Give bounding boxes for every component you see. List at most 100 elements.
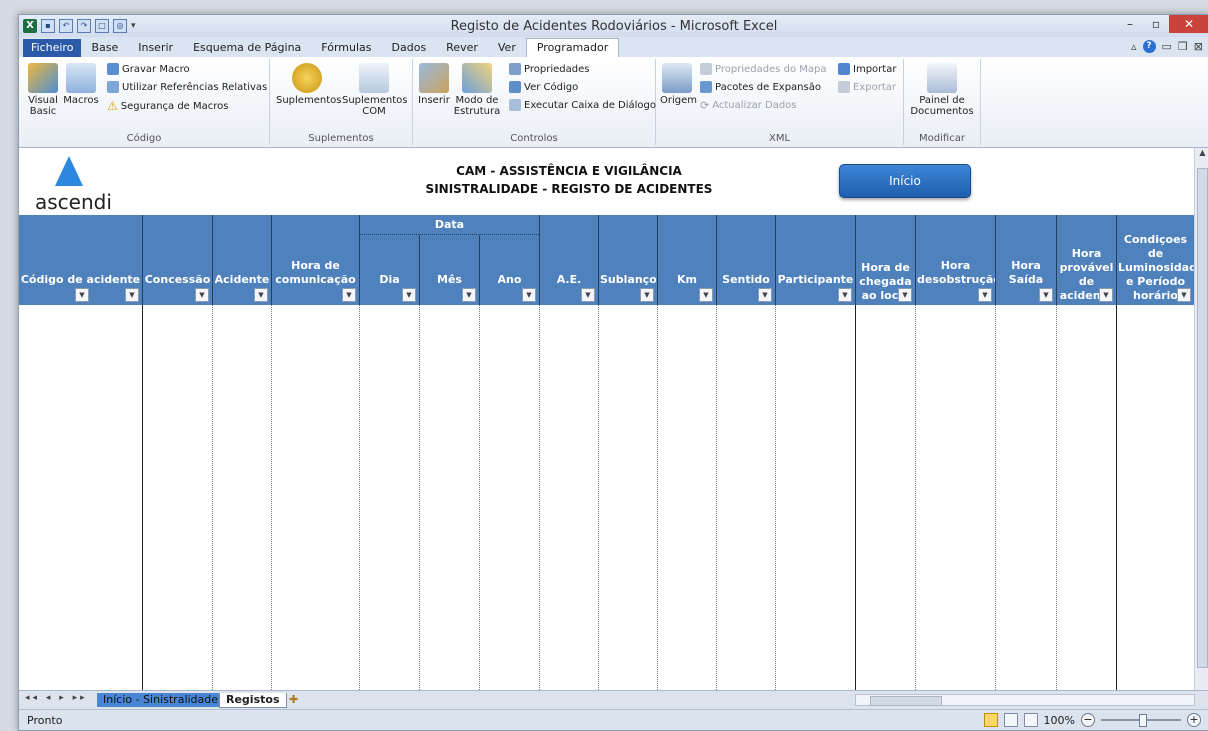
workbook-restore-icon[interactable]: ❐ [1178,40,1188,53]
tools-icon [419,63,449,93]
macros-button[interactable]: Macros [63,63,99,106]
filter-dropdown-icon[interactable]: ▼ [195,288,209,302]
zoom-slider-knob[interactable] [1139,714,1147,727]
tab-ficheiro[interactable]: Ficheiro [23,39,82,57]
modo-estrutura-button[interactable]: Modo de Estrutura [453,63,501,117]
status-ready: Pronto [27,714,63,727]
filter-dropdown-icon[interactable]: ▼ [699,288,713,302]
ribbon-programador: Visual Basic Macros Gravar Macro Utiliza… [19,57,1208,148]
filter-dropdown-icon[interactable]: ▼ [1039,288,1053,302]
filter-dropdown-icon[interactable]: ▼ [978,288,992,302]
ribbon-right-controls: ▵ ? ▭ ❐ ⊠ [1131,40,1203,53]
suplementos-button[interactable]: Suplementos [276,63,341,106]
insert-sheet-icon[interactable]: ✚ [283,693,304,707]
exportar-button[interactable]: Exportar [838,81,896,93]
propriedades-mapa-button[interactable]: Propriedades do Mapa [700,63,827,75]
filter-dropdown-icon[interactable]: ▼ [462,288,476,302]
group-label-xml: XML [768,133,791,144]
ascendi-logo-icon [55,156,83,186]
tab-rever[interactable]: Rever [436,39,488,57]
group-modificar: Painel de Documentos Modificar [904,59,981,145]
column-divider [657,305,658,690]
window-title: Registo de Acidentes Rodoviários - Micro… [450,19,778,34]
horizontal-scroll-thumb[interactable] [870,696,942,706]
zoom-in-icon[interactable]: + [1187,713,1201,727]
importar-button[interactable]: Importar [838,63,896,75]
painel-documentos-button[interactable]: Painel de Documentos [910,63,974,117]
filter-dropdown-icon[interactable]: ▼ [75,288,89,302]
column-divider [212,305,213,690]
filter-dropdown-icon[interactable]: ▼ [1099,288,1113,302]
scroll-up-icon[interactable]: ▲ [1195,148,1208,157]
filter-dropdown-icon[interactable]: ▼ [898,288,912,302]
normal-view-icon[interactable] [983,713,998,727]
zoom-level[interactable]: 100% [1044,714,1075,727]
filter-dropdown-icon[interactable]: ▼ [522,288,536,302]
propriedades-button[interactable]: Propriedades [509,63,589,75]
gravar-macro-button[interactable]: Gravar Macro [107,63,190,75]
col-header-ano: Ano ▼ [479,235,539,305]
vertical-scroll-thumb[interactable] [1197,168,1208,668]
column-divider [855,305,856,690]
visual-basic-icon [28,63,58,93]
horizontal-scrollbar[interactable] [855,694,1195,706]
filter-dropdown-icon[interactable]: ▼ [125,288,139,302]
origem-button[interactable]: Origem [660,63,697,106]
sheet-title-line1: CAM - ASSISTÊNCIA E VIGILÂNCIA [456,164,682,178]
tab-esquema-pagina[interactable]: Esquema de Página [183,39,311,57]
page-break-view-icon[interactable] [1023,713,1038,727]
worksheet-area[interactable]: ascendi CAM - ASSISTÊNCIA E VIGILÂNCIA S… [19,148,1194,690]
design-mode-icon [462,63,492,93]
ver-codigo-button[interactable]: Ver Código [509,81,578,93]
workbook-close-icon[interactable]: ⊠ [1194,40,1203,53]
zoom-out-icon[interactable]: − [1081,713,1095,727]
sheet-tab-registos[interactable]: Registos [219,693,287,708]
macros-icon [66,63,96,93]
filter-dropdown-icon[interactable]: ▼ [838,288,852,302]
column-divider [271,305,272,690]
filter-dropdown-icon[interactable]: ▼ [758,288,772,302]
filter-dropdown-icon[interactable]: ▼ [1177,288,1191,302]
visual-basic-button[interactable]: Visual Basic [25,63,61,117]
maximize-button[interactable]: ▫ [1143,15,1169,33]
actualizar-dados-button[interactable]: ⟳ Actualizar Dados [700,99,797,112]
tab-ver[interactable]: Ver [488,39,526,57]
status-right: 100% − + [983,713,1201,727]
zoom-slider[interactable] [1101,714,1181,727]
tab-base[interactable]: Base [81,39,128,57]
pacotes-expansao-button[interactable]: Pacotes de Expansão [700,81,821,93]
sheet-nav-arrows-icon[interactable]: ◂◂ ◂ ▸ ▸▸ [25,693,88,703]
collapse-ribbon-icon[interactable]: ▵ [1131,40,1137,53]
tab-dados[interactable]: Dados [382,39,437,57]
tab-formulas[interactable]: Fórmulas [311,39,381,57]
filter-dropdown-icon[interactable]: ▼ [342,288,356,302]
title-bar: X ▪ ↶ ↷ □ ◎ ▾ Registo de Acidentes Rodov… [19,15,1208,37]
tab-inserir[interactable]: Inserir [128,39,183,57]
sheet-tab-inicio[interactable]: Início - Sinistralidade [97,693,225,707]
seguranca-macros-button[interactable]: ⚠ Segurança de Macros [107,99,229,113]
group-controlos: Inserir Modo de Estrutura Propriedades V… [413,59,656,145]
help-icon[interactable]: ? [1142,40,1156,53]
inserir-controlo-button[interactable]: Inserir [417,63,451,106]
status-bar: Pronto 100% − + [19,709,1208,730]
close-button[interactable]: ✕ [1169,15,1208,33]
filter-dropdown-icon[interactable]: ▼ [640,288,654,302]
workbook-minimize-icon[interactable]: ▭ [1162,40,1172,53]
ascendi-logo-text: ascendi [35,190,112,214]
column-divider [716,305,717,690]
column-divider [915,305,916,690]
inicio-button[interactable]: Início [839,164,971,198]
filter-dropdown-icon[interactable]: ▼ [254,288,268,302]
suplementos-com-button[interactable]: Suplementos COM [342,63,407,117]
filter-dropdown-icon[interactable]: ▼ [581,288,595,302]
filter-dropdown-icon[interactable]: ▼ [402,288,416,302]
vertical-scrollbar[interactable]: ▲ [1194,148,1208,690]
column-divider [479,305,480,690]
run-dialog-icon [509,99,521,111]
page-layout-view-icon[interactable] [1003,713,1018,727]
referencias-relativas-button[interactable]: Utilizar Referências Relativas [107,81,267,93]
executar-caixa-button[interactable]: Executar Caixa de Diálogo [509,99,656,111]
relative-references-icon [107,81,119,93]
tab-programador[interactable]: Programador [525,38,620,57]
minimize-button[interactable]: – [1117,15,1143,33]
